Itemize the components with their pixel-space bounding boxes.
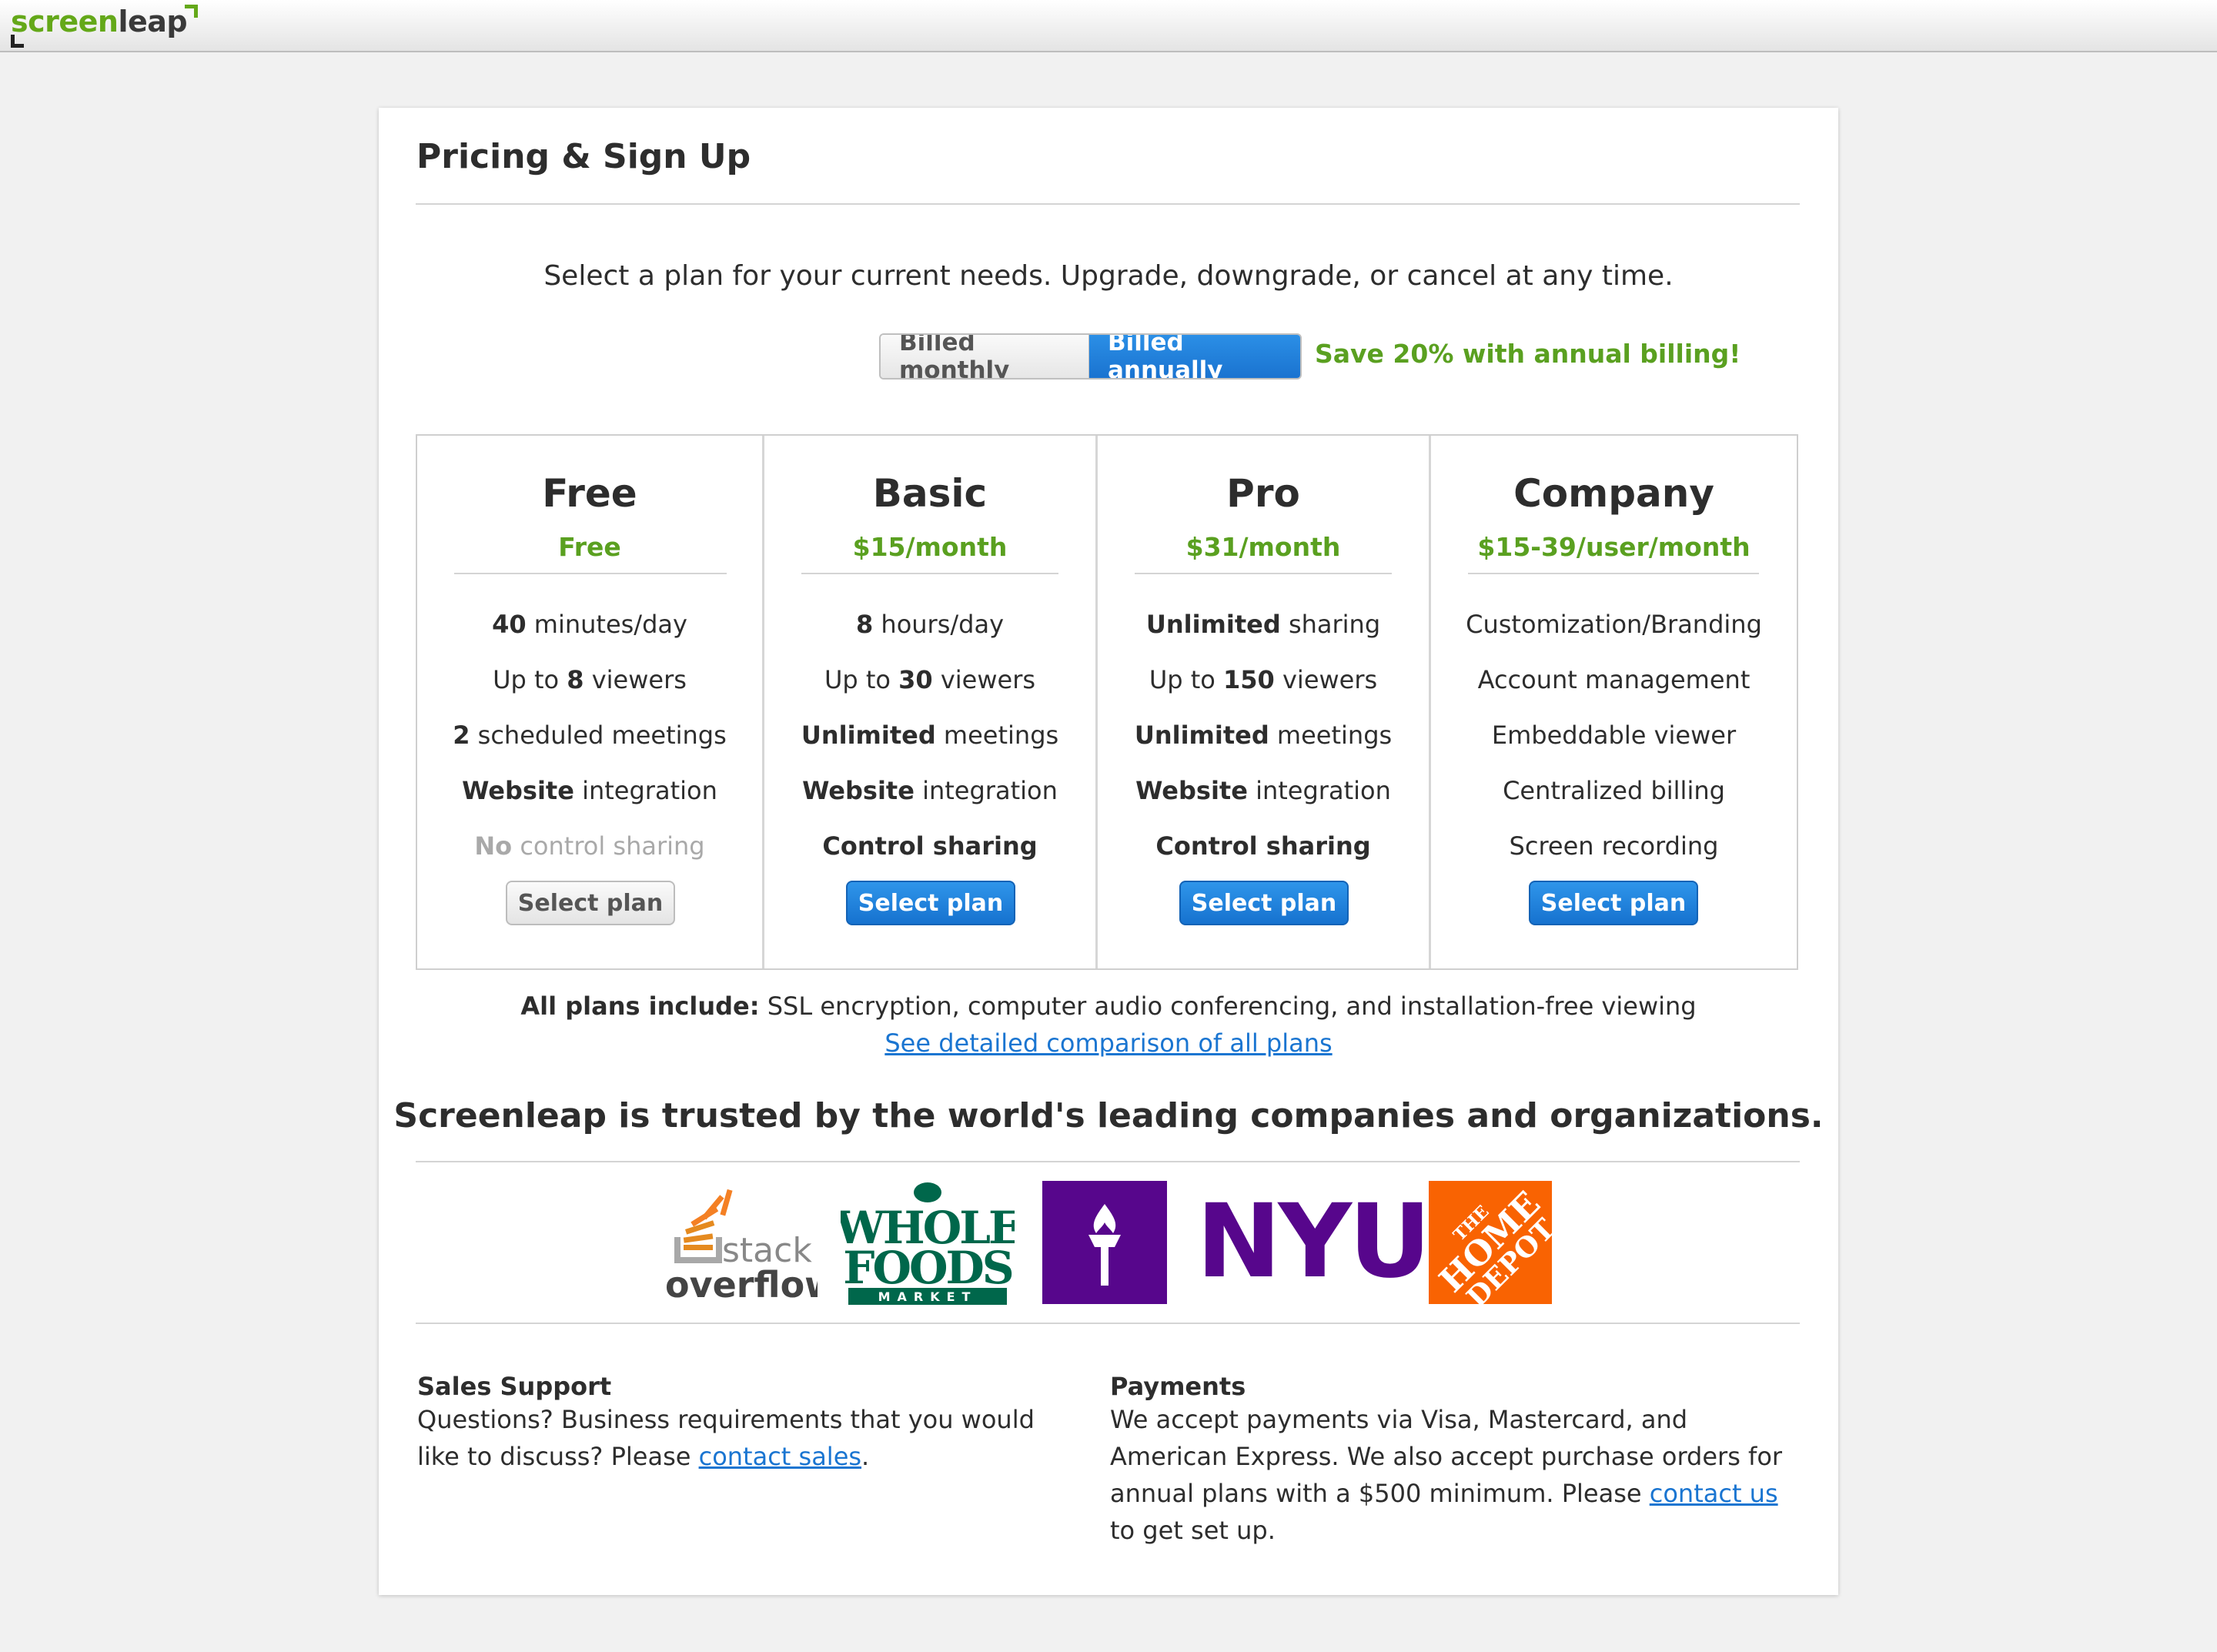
wholefoods-logo: WHOLE FOODS MARKET bbox=[834, 1180, 1023, 1305]
trusted-heading: Screenleap is trusted by the world's lea… bbox=[393, 1096, 1824, 1135]
plan-name: Company bbox=[1513, 471, 1714, 516]
divider bbox=[416, 203, 1800, 205]
plan-divider bbox=[454, 573, 727, 574]
screenleap-logo[interactable]: screenleap bbox=[11, 5, 199, 48]
compare-plans-link: See detailed comparison of all plans bbox=[379, 1028, 1838, 1058]
sales-support-title: Sales Support bbox=[417, 1372, 612, 1401]
svg-text:FOODS: FOODS bbox=[843, 1242, 1012, 1294]
plan-divider bbox=[801, 573, 1058, 574]
plan-feature: Unlimited meetings bbox=[1134, 721, 1393, 750]
billing-toggle: Billed monthly Billed annually bbox=[879, 333, 1302, 380]
plan-feature: Account management bbox=[1477, 665, 1751, 694]
wholefoods-icon: WHOLE FOODS MARKET bbox=[834, 1182, 1023, 1305]
billed-monthly-button[interactable]: Billed monthly bbox=[881, 335, 1089, 378]
logo-corner-icon bbox=[11, 35, 24, 48]
select-plan-pro-button[interactable]: Select plan bbox=[1179, 881, 1349, 925]
plan-feature: Unlimited sharing bbox=[1145, 610, 1381, 639]
select-plan-company-button[interactable]: Select plan bbox=[1529, 881, 1698, 925]
plan-name: Pro bbox=[1226, 471, 1300, 516]
plan-feature: Website integration bbox=[462, 776, 717, 805]
logo-part-leap: leap bbox=[118, 5, 188, 38]
contact-sales-link[interactable]: contact sales bbox=[699, 1442, 861, 1471]
plan-price: Free bbox=[558, 532, 621, 562]
select-plan-basic-button[interactable]: Select plan bbox=[846, 881, 1015, 925]
plan-price: $15/month bbox=[852, 532, 1008, 562]
save-note: Save 20% with annual billing! bbox=[1315, 339, 1741, 369]
sales-support-text: Questions? Business requirements that yo… bbox=[417, 1405, 1035, 1471]
top-bar: screenleap bbox=[0, 0, 2217, 52]
payments-section: Payments We accept payments via Visa, Ma… bbox=[1110, 1372, 1803, 1549]
svg-text:overflow: overflow bbox=[665, 1264, 818, 1305]
payments-text: We accept payments via Visa, Mastercard,… bbox=[1110, 1405, 1783, 1545]
all-plans-label: All plans include: bbox=[520, 992, 760, 1021]
plan-feature: No control sharing bbox=[474, 831, 705, 861]
plan-free: Free Free 40 minutes/day Up to 8 viewers… bbox=[417, 436, 764, 968]
plan-price: $15-39/user/month bbox=[1477, 532, 1751, 562]
plan-feature: Control sharing bbox=[822, 831, 1038, 861]
plan-feature: Up to 30 viewers bbox=[824, 665, 1036, 694]
plan-feature: Screen recording bbox=[1509, 831, 1719, 861]
plan-name: Free bbox=[542, 471, 637, 516]
select-plan-free-button[interactable]: Select plan bbox=[506, 881, 675, 925]
plan-feature: Up to 150 viewers bbox=[1149, 665, 1378, 694]
plan-basic: Basic $15/month 8 hours/day Up to 30 vie… bbox=[764, 436, 1098, 968]
plan-feature: Control sharing bbox=[1155, 831, 1371, 861]
all-plans-text: SSL encryption, computer audio conferenc… bbox=[759, 992, 1697, 1021]
plan-company: Company $15-39/user/month Customization/… bbox=[1431, 436, 1797, 968]
svg-text:MARKET: MARKET bbox=[878, 1289, 978, 1304]
all-plans-include: All plans include: SSL encryption, compu… bbox=[379, 992, 1838, 1021]
plan-feature: 40 minutes/day bbox=[492, 610, 687, 639]
plan-feature: Centralized billing bbox=[1503, 776, 1725, 805]
plan-feature: Unlimited meetings bbox=[801, 721, 1059, 750]
divider bbox=[416, 1323, 1800, 1324]
nyu-torch-logo bbox=[1042, 1181, 1167, 1304]
torch-icon bbox=[1088, 1204, 1121, 1286]
intro-text: Select a plan for your current needs. Up… bbox=[543, 260, 1674, 292]
plan-price: $31/month bbox=[1185, 532, 1341, 562]
page-title: Pricing & Sign Up bbox=[416, 137, 751, 176]
plan-feature: Customization/Branding bbox=[1466, 610, 1762, 639]
plan-divider bbox=[1468, 573, 1759, 574]
billed-annually-button[interactable]: Billed annually bbox=[1089, 335, 1300, 378]
homedepot-icon: THE HOME DEPOT bbox=[1432, 1184, 1552, 1304]
stackoverflow-icon: stack overflow bbox=[665, 1189, 838, 1306]
plan-feature: 2 scheduled meetings bbox=[453, 721, 727, 750]
plan-pro: Pro $31/month Unlimited sharing Up to 15… bbox=[1098, 436, 1431, 968]
homedepot-logo: THE HOME DEPOT bbox=[1429, 1181, 1552, 1304]
plan-feature: Embeddable viewer bbox=[1491, 721, 1737, 750]
plan-feature: Website integration bbox=[1135, 776, 1391, 805]
nyu-logo-text: NYU bbox=[1196, 1182, 1431, 1301]
plan-feature: Website integration bbox=[802, 776, 1058, 805]
logo-part-screen: screen bbox=[11, 5, 119, 38]
payments-title: Payments bbox=[1110, 1372, 1246, 1401]
sales-support-section: Sales Support Questions? Business requir… bbox=[417, 1372, 1064, 1475]
logo-corner-icon bbox=[185, 5, 199, 18]
plan-feature: 8 hours/day bbox=[855, 610, 1005, 639]
contact-us-link[interactable]: contact us bbox=[1650, 1479, 1778, 1508]
divider bbox=[416, 1161, 1800, 1162]
plans-table: Free Free 40 minutes/day Up to 8 viewers… bbox=[416, 434, 1798, 970]
plan-divider bbox=[1135, 573, 1392, 574]
stackoverflow-logo: stack overflow bbox=[664, 1182, 838, 1306]
compare-plans-link-text[interactable]: See detailed comparison of all plans bbox=[884, 1028, 1332, 1058]
plan-name: Basic bbox=[872, 471, 988, 516]
plan-feature: Up to 8 viewers bbox=[493, 665, 687, 694]
pricing-card: Pricing & Sign Up Select a plan for your… bbox=[379, 108, 1838, 1595]
